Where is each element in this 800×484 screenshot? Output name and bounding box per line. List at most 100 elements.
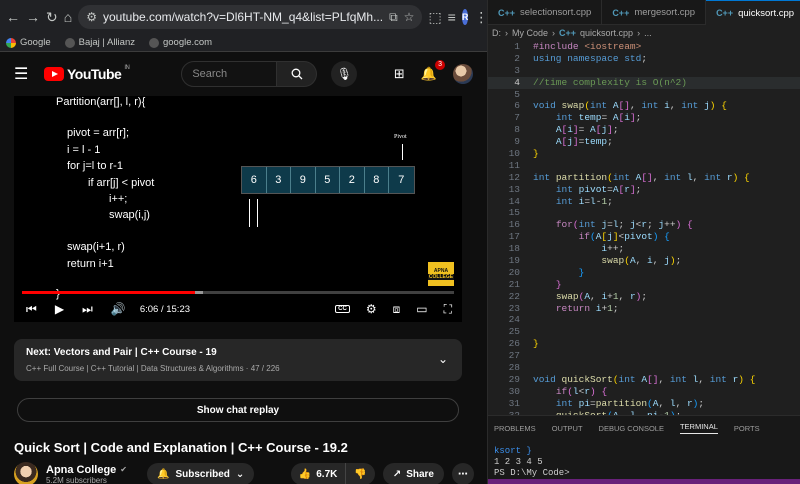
menu-icon[interactable]: ☰ xyxy=(14,64,30,84)
time-display: 6:06 / 15:23 xyxy=(139,303,191,315)
share-button[interactable]: ↗ Share xyxy=(382,463,444,484)
cpp-file-icon: C++ xyxy=(612,7,630,18)
tab-problems[interactable]: PROBLEMS xyxy=(494,424,536,433)
subscriber-count: 5.2M subscribers xyxy=(46,475,107,484)
fullscreen-icon[interactable]: ⛶ xyxy=(444,302,452,317)
play-icon[interactable]: ▶ xyxy=(55,302,64,316)
bookmark-google[interactable]: Google xyxy=(6,37,51,48)
breadcrumb-item[interactable]: D: xyxy=(492,28,501,38)
channel-row: Apna College ✔ 5.2M subscribers 🔔 Subscrib… xyxy=(14,462,474,484)
forward-icon[interactable]: → xyxy=(26,7,40,27)
progress-bar[interactable] xyxy=(22,291,454,294)
cpp-file-icon: C++ xyxy=(716,8,734,18)
cast-icon[interactable]: ⧉ xyxy=(389,10,398,25)
pivot-arrow xyxy=(402,144,403,160)
subscribed-button[interactable]: 🔔 Subscribed ⌄ xyxy=(147,463,255,484)
breadcrumb-item[interactable]: ... xyxy=(644,28,652,38)
slide-code-line: return i+1 xyxy=(67,258,114,270)
array-cell: 3 xyxy=(266,167,291,193)
video-player[interactable]: Partition(arr[], l, r){ pivot = arr[r]; … xyxy=(14,96,462,322)
tab-quicksort[interactable]: C++ quicksort.cpp xyxy=(706,0,800,25)
array-visual: 6 3 9 5 2 8 7 xyxy=(241,166,415,194)
vscode-window: C++ selectionsort.cpp C++ mergesort.cpp C+… xyxy=(487,0,800,484)
code-line: 17 if(A[j]<pivot) { xyxy=(508,231,670,243)
code-line: 14 int i=l-1; xyxy=(508,195,613,207)
tab-ports[interactable]: PORTS xyxy=(734,424,760,433)
thumbs-up-icon: 👍 xyxy=(298,468,312,480)
create-video-icon[interactable]: ⊞ xyxy=(394,66,405,82)
cpp-file-icon: C++ xyxy=(559,28,577,38)
youtube-play-icon xyxy=(44,67,64,81)
tab-output[interactable]: OUTPUT xyxy=(552,424,583,433)
status-bar xyxy=(488,479,800,484)
slide-code-line: } xyxy=(56,288,60,300)
youtube-logo[interactable]: YouTube IN xyxy=(44,65,130,82)
dislike-button[interactable]: 👎 xyxy=(346,463,374,484)
site-settings-icon[interactable]: ⚙ xyxy=(86,10,97,24)
code-line: 27 xyxy=(508,350,520,362)
progress-played xyxy=(22,291,195,294)
volume-icon[interactable]: 🔊 xyxy=(111,302,126,316)
pivot-label: Pivot xyxy=(394,134,407,140)
breadcrumb-item[interactable]: My Code xyxy=(512,28,548,38)
next-video-title: Next: Vectors and Pair | C++ Course - 19 xyxy=(26,347,217,358)
code-line: 16 for(int j=l; j<r; j++) { xyxy=(508,219,693,231)
code-line: 24 xyxy=(508,314,520,326)
bookmark-google-com[interactable]: google.com xyxy=(148,37,212,48)
tab-search-icon[interactable]: ≡ xyxy=(448,7,456,27)
terminal-line: 1 2 3 4 5 xyxy=(494,457,543,467)
miniplayer-icon[interactable]: ⧈ xyxy=(393,302,401,317)
profile-avatar[interactable]: R xyxy=(461,9,469,25)
captions-icon[interactable]: CC xyxy=(335,305,350,313)
search-icon[interactable] xyxy=(277,61,318,87)
next-icon[interactable]: ⏭ xyxy=(82,302,93,317)
code-editor[interactable]: 1 #include <iostream> 2 using namespace st… xyxy=(488,41,800,421)
home-icon[interactable]: ⌂ xyxy=(64,7,72,27)
chrome-menu-icon[interactable]: ⋮ xyxy=(474,7,487,27)
address-bar[interactable]: ⚙ youtube.com/watch?v=Dl6HT-NM_q4&list=P… xyxy=(78,5,423,29)
playlist-subtitle: C++ Full Course | C++ Tutorial | Data St… xyxy=(26,364,280,373)
previous-icon[interactable]: ⏮ xyxy=(26,302,37,317)
show-chat-replay-button[interactable]: Show chat replay xyxy=(17,398,459,422)
playlist-next-card[interactable]: Next: Vectors and Pair | C++ Course - 19… xyxy=(14,339,462,381)
microphone-icon[interactable]: 🎙 xyxy=(331,61,358,87)
notifications-bell-icon[interactable]: 🔔 3 xyxy=(421,60,445,82)
header-actions: ⊞ 🔔 3 xyxy=(394,60,473,84)
pointer-i xyxy=(249,199,250,227)
editor-tabs: C++ selectionsort.cpp C++ mergesort.cpp C+… xyxy=(488,0,800,25)
extensions-icon[interactable]: ⬚ xyxy=(428,7,441,27)
back-icon[interactable]: ← xyxy=(6,7,20,27)
channel-name[interactable]: Apna College ✔ xyxy=(46,464,127,476)
channel-info: Apna College ✔ 5.2M subscribers xyxy=(46,464,127,484)
tab-terminal[interactable]: TERMINAL xyxy=(679,422,718,434)
theater-mode-icon[interactable]: ▭ xyxy=(416,302,427,316)
chrome-toolbar: ← → ↻ ⌂ ⚙ youtube.com/watch?v=Dl6HT-NM_q… xyxy=(0,0,487,34)
reload-icon[interactable]: ↻ xyxy=(46,7,58,27)
bookmark-star-icon[interactable]: ☆ xyxy=(404,10,415,24)
array-cell: 5 xyxy=(315,167,340,193)
tab-mergesort[interactable]: C++ mergesort.cpp xyxy=(602,0,707,25)
breadcrumb-item[interactable]: quicksort.cpp xyxy=(580,28,633,38)
tab-selectionsort[interactable]: C++ selectionsort.cpp xyxy=(488,0,603,25)
url-text[interactable]: youtube.com/watch?v=Dl6HT-NM_q4&list=PLf… xyxy=(103,10,383,24)
array-cell: 7 xyxy=(389,167,414,193)
more-actions-button[interactable]: ⋯ xyxy=(452,463,474,484)
account-avatar[interactable] xyxy=(453,64,473,84)
bell-icon: 🔔 xyxy=(157,468,170,480)
youtube-header: ☰ YouTube IN 🎙 ⊞ 🔔3 xyxy=(0,52,487,96)
search-input[interactable] xyxy=(181,61,278,87)
code-line: 26} xyxy=(508,338,539,350)
code-line: 2 using namespace std; xyxy=(514,52,648,64)
chevron-down-icon: ⌄ xyxy=(235,468,245,480)
google-icon xyxy=(6,37,16,48)
like-button[interactable]: 👍 6.7K xyxy=(291,463,347,484)
bookmark-bajaj[interactable]: Bajaj | Allianz xyxy=(64,37,135,48)
chevron-down-icon[interactable]: ⌄ xyxy=(438,352,448,366)
channel-avatar[interactable] xyxy=(14,462,38,484)
tab-debug-console[interactable]: DEBUG CONSOLE xyxy=(599,424,664,433)
code-line: 8 A[i]= A[j]; xyxy=(514,124,619,136)
settings-gear-icon[interactable]: ⚙ xyxy=(366,302,377,316)
array-cell: 9 xyxy=(291,167,316,193)
video-title: Quick Sort | Code and Explanation | C++ … xyxy=(14,440,348,455)
terminal[interactable]: ksort } 1 2 3 4 5 PS D:\My Code> xyxy=(488,440,800,479)
